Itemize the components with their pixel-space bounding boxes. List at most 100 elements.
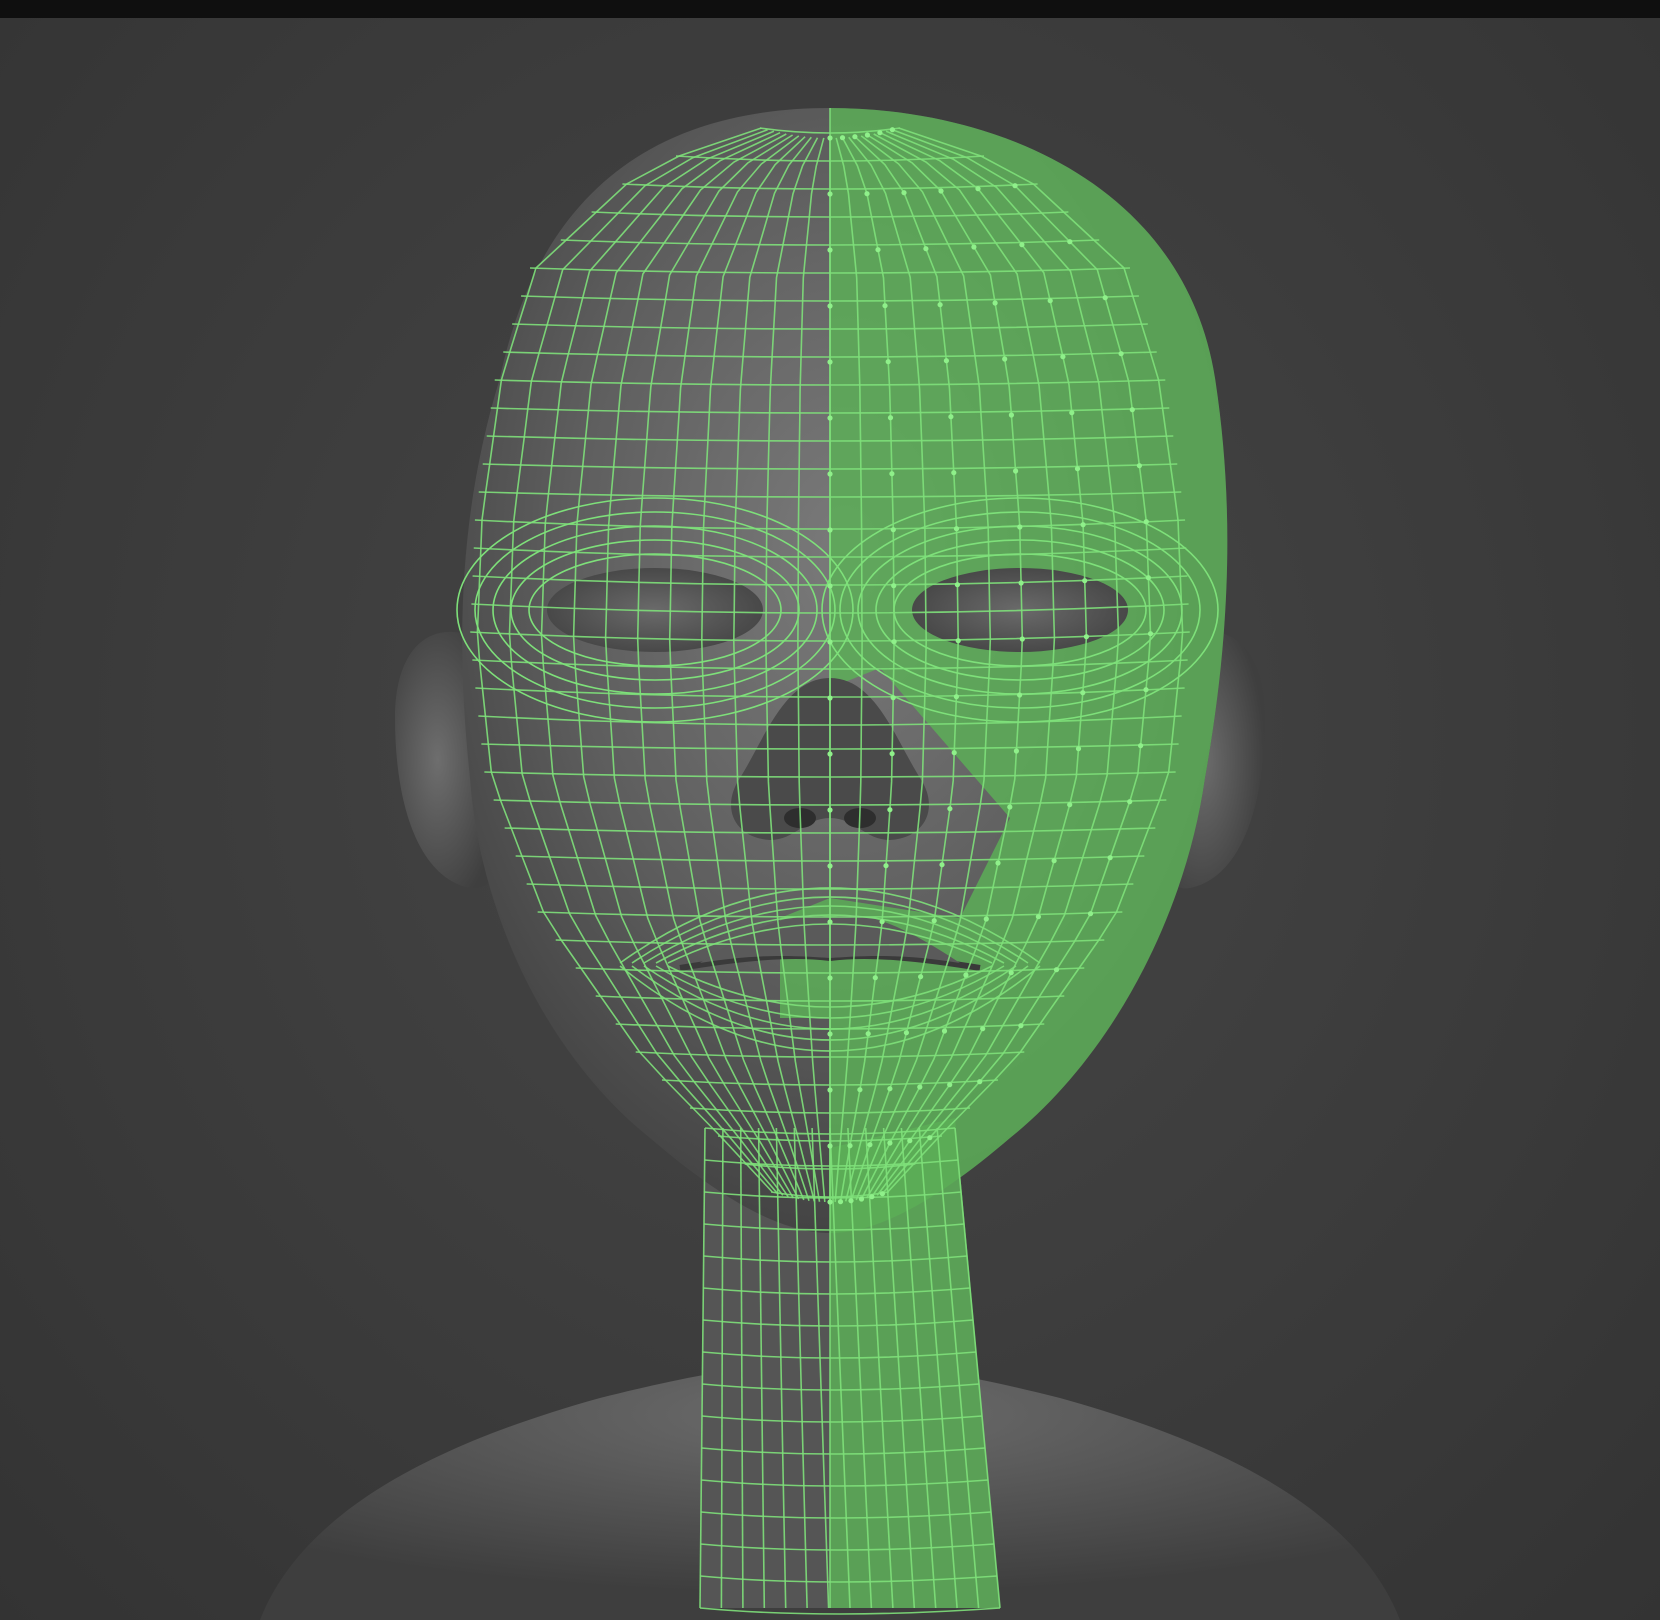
vertex (1080, 522, 1086, 528)
vertex (1118, 351, 1124, 357)
vertex (1017, 524, 1023, 530)
vertex (877, 130, 883, 136)
vertex (827, 919, 833, 925)
vertex (931, 918, 937, 924)
selected-faces (780, 108, 1228, 1233)
vertex (1083, 634, 1089, 640)
vertex (903, 1030, 910, 1036)
vertex (887, 807, 893, 813)
vertex (1069, 410, 1075, 416)
vertex (889, 751, 895, 757)
vertex (939, 862, 945, 868)
vertex (827, 807, 833, 813)
vertex (918, 974, 924, 980)
vertex (827, 583, 833, 589)
vertex (885, 359, 891, 365)
vertex (847, 1143, 853, 1149)
vertex (941, 1028, 948, 1034)
vertex (882, 303, 888, 309)
vertex (923, 246, 929, 252)
vertex (992, 300, 998, 306)
vertex (837, 1199, 844, 1205)
vertex (889, 127, 896, 133)
vertex (1008, 412, 1015, 418)
vertex (1047, 298, 1053, 304)
vertex (879, 1191, 886, 1197)
vertex (1008, 970, 1014, 976)
vertex (977, 1079, 983, 1085)
vertex (901, 190, 907, 196)
vertex (827, 135, 833, 141)
vertex (1012, 183, 1018, 189)
vertex (1002, 356, 1008, 362)
vertex (827, 247, 833, 253)
vertex (917, 1084, 923, 1090)
3d-viewport[interactable] (0, 18, 1660, 1620)
vertex (1143, 687, 1149, 693)
vertex (955, 638, 961, 644)
vertex (857, 1087, 863, 1093)
vertex (1035, 914, 1041, 920)
vertex (827, 359, 833, 365)
vertex (827, 975, 833, 981)
vertex (1138, 743, 1144, 749)
vertex (971, 244, 977, 250)
vertex (827, 751, 833, 757)
vertex (943, 358, 950, 364)
vertex (887, 415, 894, 421)
vertex (869, 1194, 875, 1200)
vertex (1145, 575, 1151, 581)
vertex (1127, 799, 1133, 805)
vertex (852, 134, 858, 140)
vertex (953, 694, 960, 700)
vertex (953, 526, 960, 532)
vertex (890, 695, 896, 701)
vertex (827, 527, 833, 533)
vertex (1067, 239, 1073, 245)
vertex (980, 1026, 986, 1032)
vertex (1013, 468, 1019, 474)
vertex (1018, 580, 1024, 586)
vertex (839, 135, 846, 141)
vertex (947, 806, 953, 812)
vertex (1136, 463, 1142, 469)
vertex (827, 1143, 833, 1149)
viewport-canvas[interactable] (0, 18, 1660, 1620)
top-bar (0, 0, 1660, 18)
vertex (891, 583, 897, 589)
vertex (1074, 466, 1081, 472)
vertex (1019, 636, 1025, 642)
vertex (1067, 802, 1073, 808)
vertex (872, 975, 878, 981)
selected-face-region (780, 108, 1228, 1233)
vertex (947, 1082, 953, 1088)
vertex (938, 188, 944, 194)
vertex (827, 471, 833, 477)
vertex (1051, 858, 1057, 864)
vertex (1075, 746, 1082, 752)
vertex (907, 1138, 913, 1144)
vertex (827, 695, 833, 701)
vertex (963, 972, 969, 978)
vertex (1087, 911, 1094, 917)
vertex (1013, 748, 1020, 754)
vertex (1080, 690, 1086, 696)
modeling-app (0, 0, 1660, 1620)
vertex (887, 1140, 893, 1146)
vertex (858, 1196, 865, 1202)
vertex (827, 863, 833, 869)
vertex (951, 470, 957, 476)
vertex (995, 860, 1001, 866)
vertex (889, 471, 895, 477)
vertex (1017, 692, 1023, 698)
vertex (827, 1087, 833, 1093)
vertex (983, 916, 989, 922)
vertex (937, 302, 943, 308)
vertex (827, 639, 833, 645)
vertex (948, 414, 954, 420)
vertex (867, 1142, 873, 1148)
vertex (975, 186, 981, 192)
vertex (1107, 855, 1113, 861)
vertex (1019, 242, 1025, 248)
vertex (827, 1199, 833, 1205)
